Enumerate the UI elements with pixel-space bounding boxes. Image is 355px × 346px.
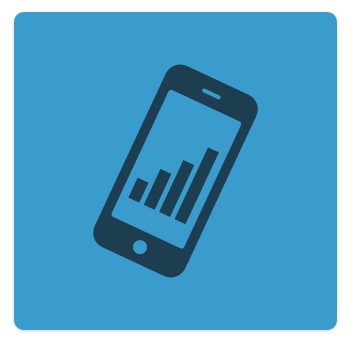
mobile-analytics-icon	[14, 12, 337, 330]
app-tile[interactable]	[14, 12, 337, 330]
